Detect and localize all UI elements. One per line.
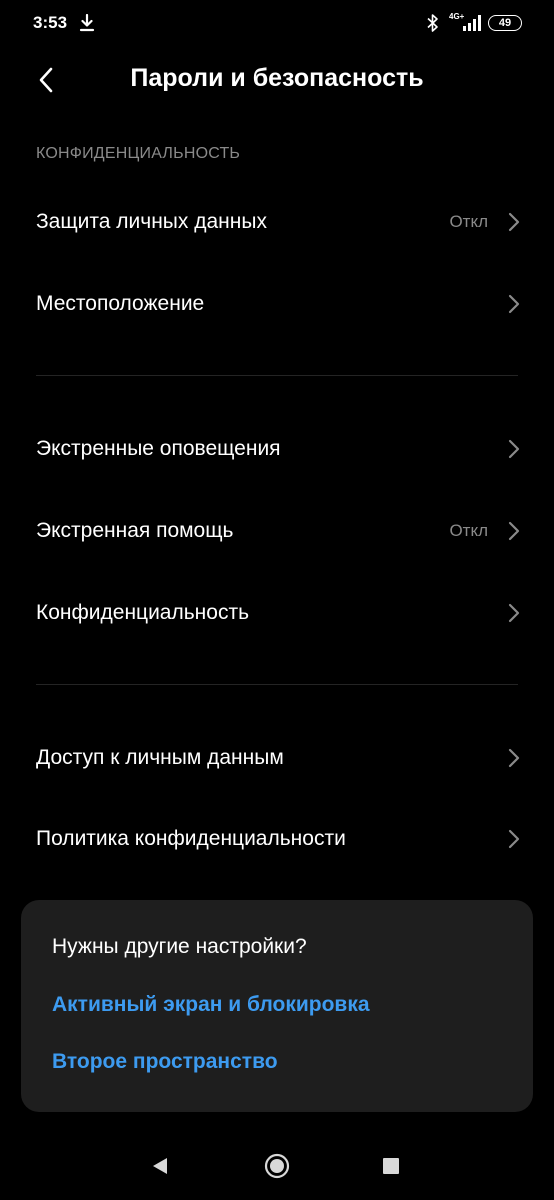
setting-row-privacy-policy[interactable]: Политика конфиденциальности: [0, 799, 554, 879]
row-status-value: Откл: [449, 521, 488, 540]
row-label: Политика конфиденциальности: [36, 827, 346, 850]
chevron-right-icon: [508, 829, 520, 849]
setting-row-emergency-help[interactable]: Экстренная помощь Откл: [0, 491, 554, 571]
chevron-right-icon: [508, 439, 520, 459]
battery-level: 49: [498, 17, 512, 29]
status-time: 3:53: [33, 13, 68, 32]
more-settings-card: Нужны другие настройки? Активный экран и…: [21, 900, 533, 1112]
row-label: Экстренные оповещения: [36, 437, 281, 460]
nav-home-icon[interactable]: [264, 1153, 290, 1179]
divider: [36, 375, 518, 376]
row-label: Экстренная помощь: [36, 519, 234, 542]
page-title: Пароли и безопасность: [130, 64, 424, 92]
section-header-privacy: КОНФИДЕНЦИАЛЬНОСТЬ: [36, 145, 241, 162]
chevron-right-icon: [508, 294, 520, 314]
nav-recents-icon[interactable]: [383, 1158, 399, 1174]
row-label: Конфиденциальность: [36, 601, 250, 624]
screen: 3:53 4G+ 49 Пароли и безопасность КОНФИД…: [0, 0, 554, 1200]
bluetooth-icon: [427, 14, 438, 32]
battery-indicator: 49: [488, 15, 522, 31]
card-title: Нужны другие настройки?: [52, 935, 307, 958]
setting-row-personal-data-protection[interactable]: Защита личных данных Откл: [0, 182, 554, 262]
row-status-value: Откл: [449, 212, 488, 231]
chevron-right-icon: [508, 521, 520, 541]
divider: [36, 684, 518, 685]
signal-icon: [463, 15, 481, 31]
chevron-right-icon: [508, 748, 520, 768]
app-header: Пароли и безопасность: [0, 48, 554, 112]
chevron-right-icon: [508, 212, 520, 232]
navigation-bar: [0, 1140, 554, 1200]
link-second-space[interactable]: Второе пространство: [52, 1050, 278, 1074]
status-bar: 3:53 4G+ 49: [0, 0, 554, 48]
download-icon: [79, 14, 95, 32]
link-lock-screen[interactable]: Активный экран и блокировка: [52, 993, 370, 1017]
nav-back-icon[interactable]: [150, 1156, 170, 1176]
row-label: Защита личных данных: [36, 210, 267, 233]
row-label: Доступ к личным данным: [36, 746, 284, 769]
chevron-right-icon: [508, 603, 520, 623]
setting-row-privacy[interactable]: Конфиденциальность: [0, 573, 554, 653]
setting-row-emergency-alerts[interactable]: Экстренные оповещения: [0, 409, 554, 489]
setting-row-location[interactable]: Местоположение: [0, 264, 554, 344]
row-label: Местоположение: [36, 292, 205, 315]
setting-row-personal-data-access[interactable]: Доступ к личным данным: [0, 718, 554, 798]
